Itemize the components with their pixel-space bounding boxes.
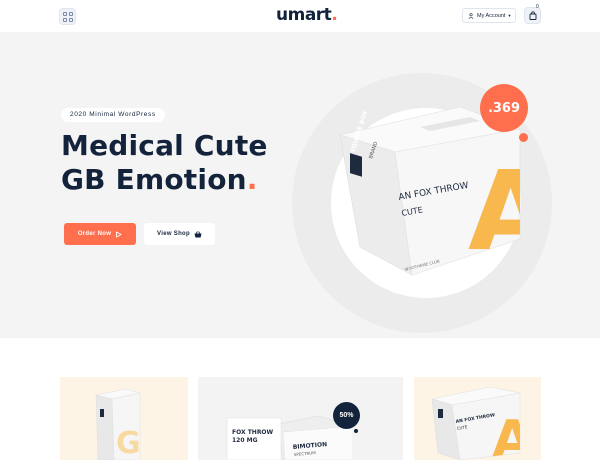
my-account-button[interactable]: My Account ▼ — [462, 8, 516, 23]
hero-title-line-2: GB Emotion — [61, 163, 247, 196]
product-1-box-letter: G — [116, 426, 141, 460]
product-3-box: A AN FOX THROW CUTE — [431, 386, 521, 460]
logo-text: umart — [276, 5, 332, 25]
price-badge: .369 — [480, 84, 528, 132]
site-header: umart. My Account ▼ 0 — [0, 0, 600, 32]
hero-title-line-1: Medical Cute — [61, 129, 268, 162]
product-card-2[interactable]: FOX THROW 120 MG BIMOTION SPECTRUM 50% — [198, 377, 403, 460]
play-icon — [116, 231, 122, 237]
price-badge-text: .369 — [487, 100, 521, 116]
hero-box-letter: A — [468, 147, 530, 275]
product-card-3[interactable]: A AN FOX THROW CUTE — [414, 377, 541, 460]
view-shop-button[interactable]: View Shop — [144, 223, 215, 245]
order-now-button[interactable]: Order Now — [64, 223, 136, 245]
chevron-down-icon: ▼ — [507, 13, 512, 18]
hero-section: 2020 Minimal WordPress Medical Cute GB E… — [0, 32, 600, 338]
hero-title: Medical Cute GB Emotion. — [61, 129, 268, 197]
basket-icon — [194, 230, 202, 237]
bag-icon — [529, 11, 536, 20]
order-now-label: Order Now — [77, 231, 112, 237]
my-account-label: My Account — [477, 12, 506, 19]
discount-badge-text: 50% — [339, 412, 354, 419]
discount-dot — [354, 429, 358, 433]
product-2-front-sub: 120 MG — [232, 437, 258, 444]
accent-dot — [519, 133, 528, 142]
menu-button[interactable] — [59, 8, 76, 25]
hero-eyebrow: 2020 Minimal WordPress — [61, 108, 165, 122]
product-1-box: G — [95, 388, 141, 460]
user-icon — [468, 12, 474, 19]
product-2-front-title: FOX THROW — [232, 429, 274, 436]
site-logo[interactable]: umart. — [276, 5, 338, 25]
view-shop-label: View Shop — [157, 231, 190, 237]
cart-count: 0 — [536, 4, 539, 10]
discount-badge: 50% — [333, 402, 360, 429]
product-card-1[interactable]: G — [60, 377, 188, 460]
logo-dot: . — [331, 5, 338, 25]
hero-title-dot: . — [246, 163, 258, 196]
